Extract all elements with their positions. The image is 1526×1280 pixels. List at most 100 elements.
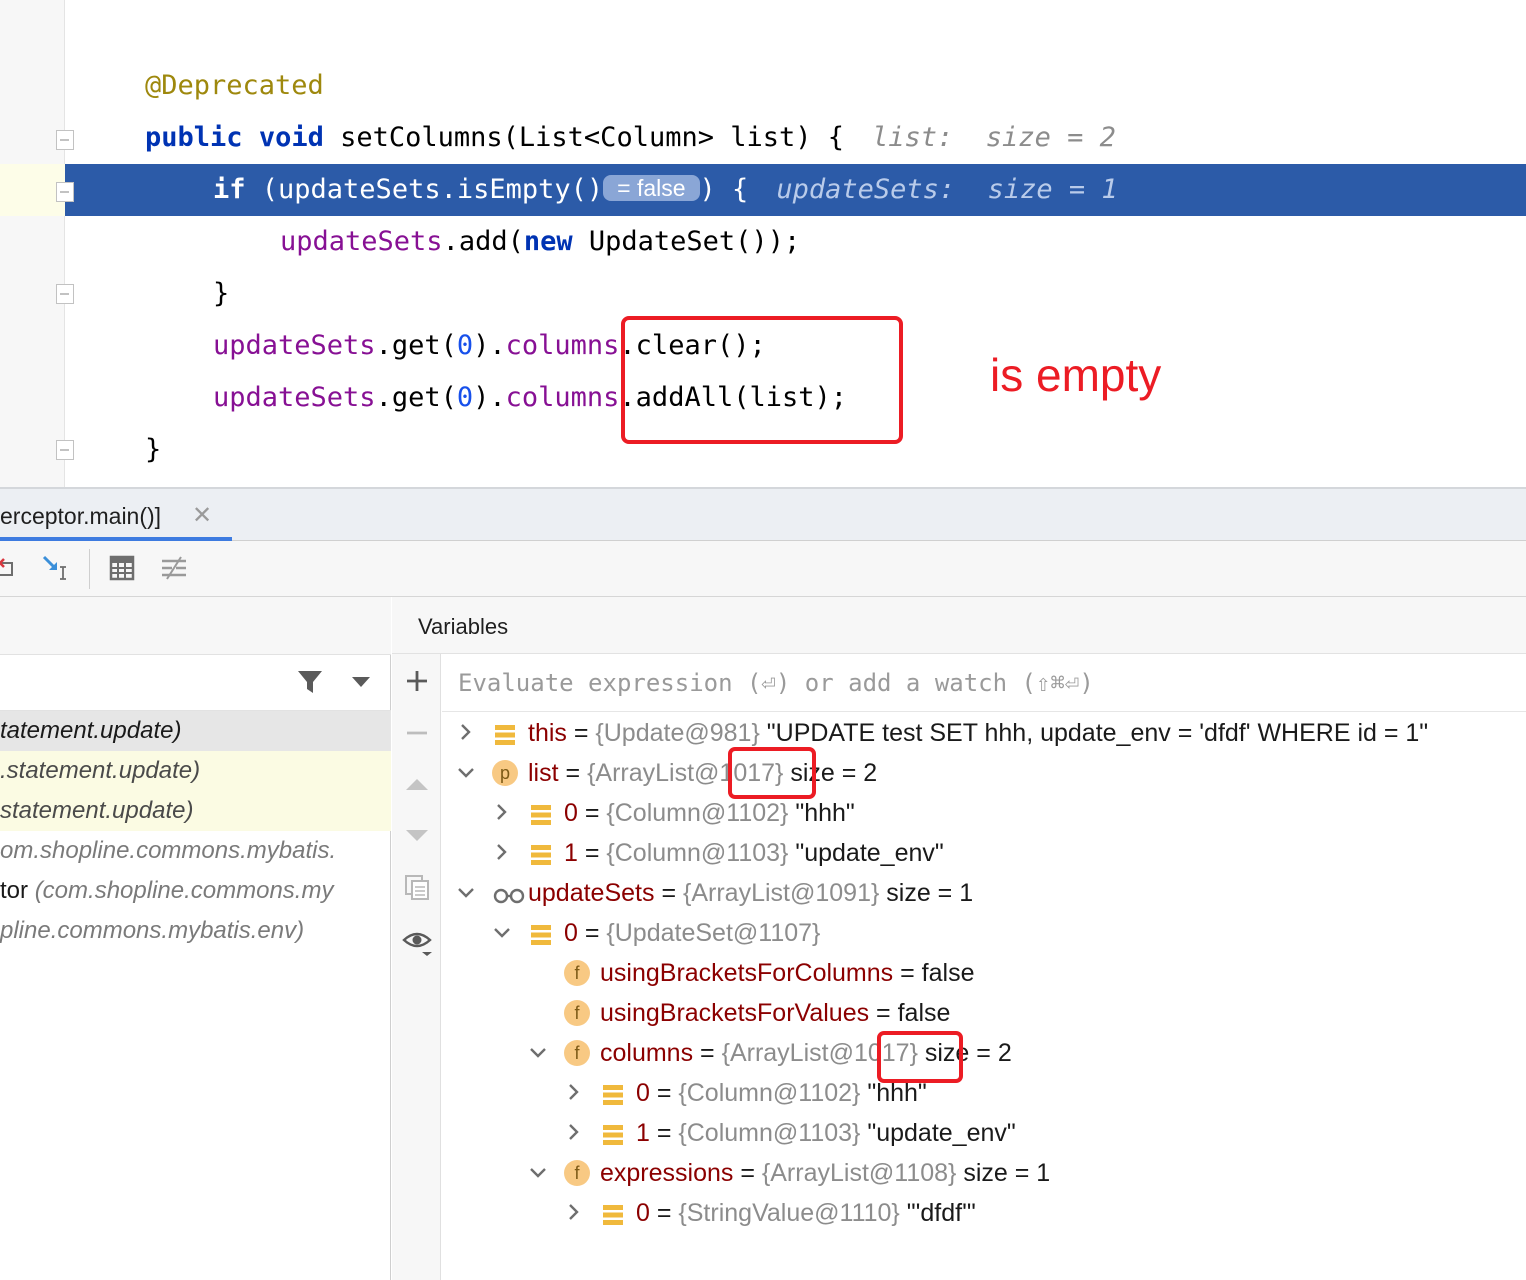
copy-icon[interactable]	[402, 872, 432, 902]
code-token: ) {	[699, 174, 749, 205]
frame-item[interactable]: tor (com.shopline.commons.my	[0, 871, 391, 911]
frame-item[interactable]: statement.update)	[0, 791, 391, 831]
code-line[interactable]: }	[0, 268, 1526, 320]
variable-row[interactable]: f usingBracketsForValues = false	[442, 993, 1526, 1033]
code-token: updateSets	[213, 382, 376, 413]
field-icon: f	[564, 1040, 590, 1066]
tab-label: erceptor.main()]	[0, 503, 162, 529]
variable-name: 1	[564, 839, 578, 867]
eye-icon[interactable]	[402, 926, 432, 956]
add-watch-icon[interactable]	[402, 666, 432, 696]
variable-type: {ArrayList@1108}	[761, 1159, 957, 1187]
evaluate-icon[interactable]	[107, 553, 137, 583]
variable-row[interactable]: 0 = {StringValue@1110} "'dfdf'"	[442, 1193, 1526, 1233]
variable-row[interactable]: p list = {ArrayList@1017} size = 2	[442, 753, 1526, 793]
frames-header	[0, 597, 391, 655]
code-token: columns	[505, 382, 620, 413]
chevron-down-icon[interactable]	[456, 753, 476, 793]
frame-location: tatement.update)	[0, 717, 182, 744]
frame-item[interactable]: .statement.update)	[0, 751, 391, 791]
annotation-text: is empty	[990, 349, 1162, 401]
variable-row[interactable]: 0 = {Column@1102} "hhh"	[442, 1073, 1526, 1113]
fold-marker-icon[interactable]	[56, 130, 74, 150]
variable-row[interactable]: 0 = {Column@1102} "hhh"	[442, 793, 1526, 833]
close-icon[interactable]: ✕	[192, 501, 212, 530]
variable-row[interactable]: updateSets = {ArrayList@1091} size = 1	[442, 873, 1526, 913]
variable-name: 1	[636, 1119, 650, 1147]
highlight-box-columns	[621, 316, 903, 444]
variable-row[interactable]: f expressions = {ArrayList@1108} size = 1	[442, 1153, 1526, 1193]
object-stack-icon	[600, 1080, 626, 1106]
code-token: new	[523, 226, 573, 257]
frame-item-selected[interactable]: tatement.update)	[0, 711, 391, 751]
variable-row[interactable]: f columns = {ArrayList@1017} size = 2	[442, 1033, 1526, 1073]
chevron-down-icon[interactable]	[528, 1153, 548, 1193]
chevron-down-icon[interactable]	[528, 1033, 548, 1073]
fold-marker-icon[interactable]	[56, 182, 74, 202]
variable-text: 1 = {Column@1103} "update_env"	[636, 1119, 1016, 1147]
variable-name: 0	[564, 919, 578, 947]
chevron-down-icon[interactable]	[492, 913, 512, 953]
frame-location: om.shopline.commons.mybatis.	[0, 837, 337, 864]
field-icon: f	[564, 1000, 590, 1026]
chevron-right-icon[interactable]	[564, 1193, 584, 1233]
frame-location: .statement.update)	[0, 757, 201, 784]
code-token: 0	[456, 330, 474, 361]
variable-value: "'dfdf'"	[906, 1199, 976, 1227]
debug-session-tab[interactable]: erceptor.main()] ✕	[0, 489, 232, 541]
code-editor[interactable]: @Deprecated public void setColumns(List<C…	[0, 0, 1526, 487]
variable-row[interactable]: 0 = {UpdateSet@1107}	[442, 913, 1526, 953]
code-line[interactable]: public void setColumns(List<Column> list…	[0, 112, 1526, 164]
code-token: setColumns(List<Column> list) {	[323, 122, 845, 153]
chevron-down-icon[interactable]	[456, 873, 476, 913]
frame-item[interactable]: om.shopline.commons.mybatis.	[0, 831, 391, 871]
highlight-box-columns-id	[877, 1031, 963, 1083]
variable-row[interactable]: 1 = {Column@1103} "update_env"	[442, 833, 1526, 873]
variable-text: updateSets = {ArrayList@1091} size = 1	[528, 879, 974, 907]
evaluate-bar	[442, 654, 1526, 712]
variable-text: usingBracketsForColumns = false	[600, 959, 975, 987]
variable-text: 0 = {Column@1102} "hhh"	[564, 799, 855, 827]
object-stack-icon	[528, 920, 554, 946]
variables-title: Variables	[418, 614, 509, 639]
chevron-right-icon[interactable]	[456, 713, 476, 753]
move-down-icon[interactable]	[402, 820, 432, 850]
variable-row[interactable]: 1 = {Column@1103} "update_env"	[442, 1113, 1526, 1153]
filter-icon[interactable]	[296, 668, 324, 696]
code-line[interactable]: @Deprecated	[0, 60, 1526, 112]
variable-name: usingBracketsForValues	[600, 999, 870, 1027]
chevron-down-icon[interactable]	[350, 675, 372, 689]
variables-panel: this = {Update@981} "UPDATE test SET hhh…	[442, 654, 1526, 1280]
chevron-right-icon[interactable]	[492, 833, 512, 873]
fold-marker-icon[interactable]	[56, 284, 74, 304]
chevron-right-icon[interactable]	[564, 1073, 584, 1113]
frame-method: tor	[0, 877, 35, 904]
variable-text: usingBracketsForValues = false	[600, 999, 951, 1027]
variable-row[interactable]: f usingBracketsForColumns = false	[442, 953, 1526, 993]
force-step-into-icon[interactable]	[40, 553, 70, 583]
frame-location: pline.commons.mybatis.env)	[0, 917, 305, 944]
chevron-right-icon[interactable]	[564, 1113, 584, 1153]
variable-row[interactable]: this = {Update@981} "UPDATE test SET hhh…	[442, 713, 1526, 753]
variable-text: 0 = {StringValue@1110} "'dfdf'"	[636, 1199, 976, 1227]
code-line[interactable]: updateSets.add(new UpdateSet());	[0, 216, 1526, 268]
inline-value-hint: = false	[603, 175, 700, 201]
chevron-right-icon[interactable]	[492, 793, 512, 833]
remove-watch-icon[interactable]	[402, 718, 432, 748]
code-text: }	[213, 268, 229, 320]
variable-name: 0	[636, 1079, 650, 1107]
frame-item[interactable]: pline.commons.mybatis.env)	[0, 911, 391, 951]
debugger-toolbar	[0, 541, 1526, 597]
variable-name: list	[528, 759, 559, 787]
code-token: ).	[473, 330, 506, 361]
code-token: void	[258, 122, 324, 153]
fold-marker-icon[interactable]	[56, 440, 74, 460]
drop-frame-icon[interactable]	[0, 553, 24, 583]
evaluate-expression-input[interactable]	[458, 664, 1518, 702]
trace-icon[interactable]	[159, 553, 189, 583]
code-line-current[interactable]: if (updateSets.isEmpty() = false) {update…	[65, 164, 1526, 216]
code-token: .get(	[375, 330, 457, 361]
parameter-icon: p	[492, 760, 518, 786]
variable-value: false	[897, 999, 951, 1027]
move-up-icon[interactable]	[402, 770, 432, 800]
